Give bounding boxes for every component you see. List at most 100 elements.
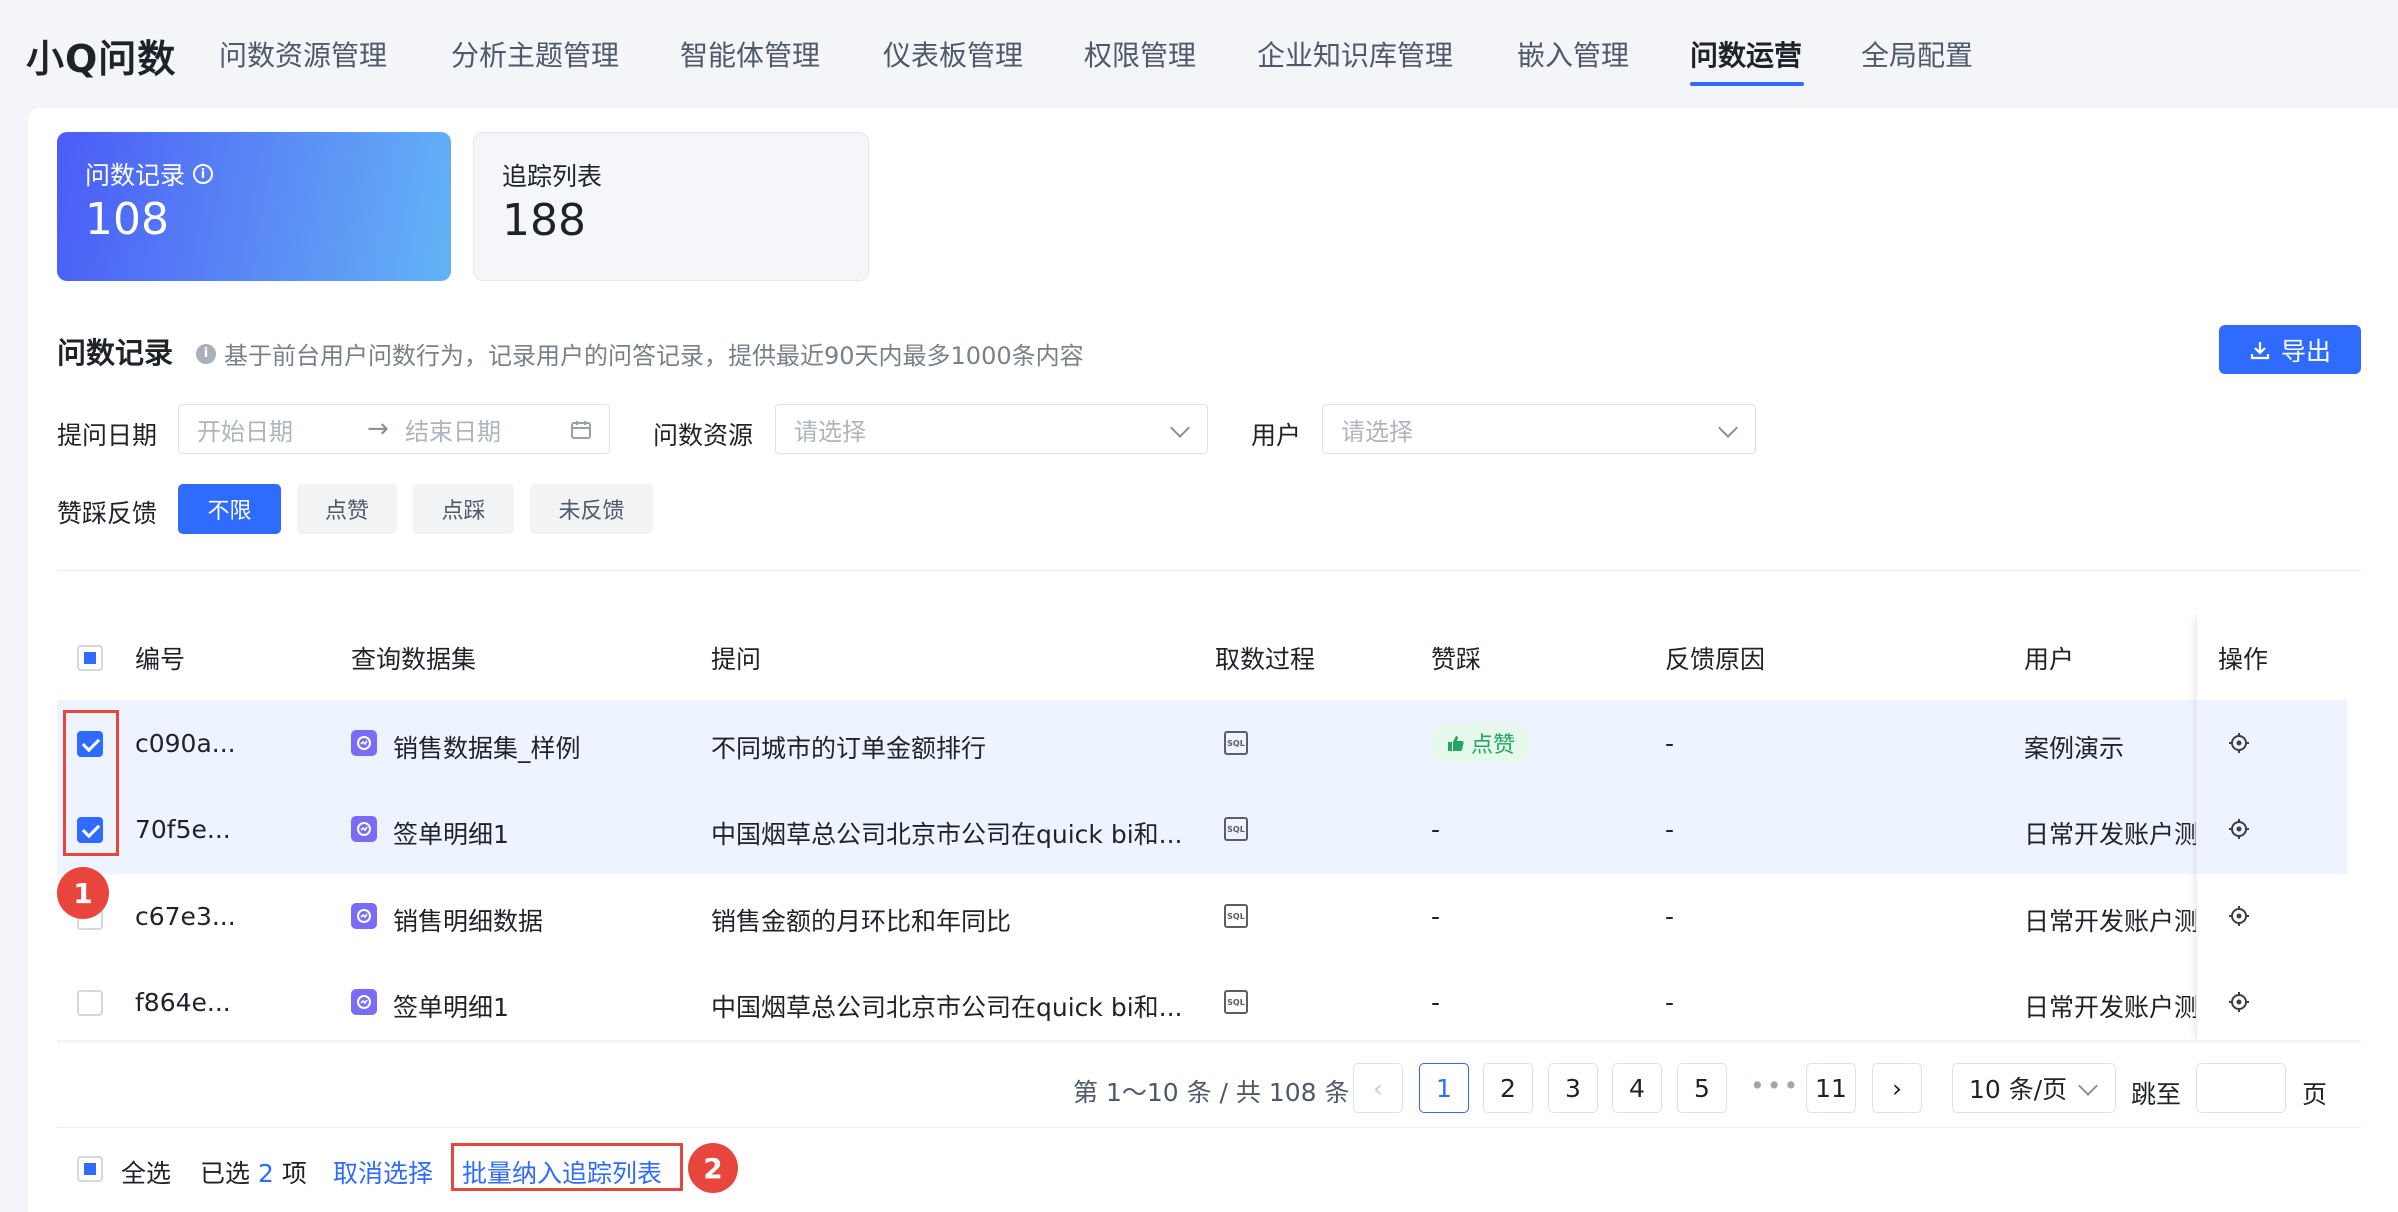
annotation-marker: 2: [688, 1143, 738, 1193]
export-label: 导出: [2280, 336, 2331, 366]
annotation-box: [63, 710, 119, 856]
nav-topic[interactable]: 分析主题管理: [451, 34, 619, 74]
like-tag: 点赞: [1431, 723, 1532, 763]
row-id[interactable]: c67e3...: [135, 902, 236, 931]
nav-active-indicator: [1690, 82, 1804, 86]
row-checkbox[interactable]: [77, 990, 103, 1016]
column-header-reason: 反馈原因: [1665, 645, 1766, 674]
sql-icon[interactable]: SQL: [1224, 904, 1248, 928]
track-icon[interactable]: [2228, 905, 2250, 927]
row-dataset: 销售明细数据: [393, 907, 544, 936]
row-dataset: 签单明细1: [393, 993, 509, 1022]
row-user: 日常开发账户测: [2024, 820, 2200, 849]
column-header-process: 取数过程: [1215, 645, 1316, 674]
feedback-filter-label: 赞踩反馈: [57, 499, 158, 528]
row-user: 案例演示: [2024, 734, 2125, 763]
row-dataset: 销售数据集_样例: [393, 734, 581, 763]
feedback-option-like[interactable]: 点赞: [297, 484, 397, 534]
sql-icon[interactable]: SQL: [1224, 731, 1248, 755]
page-button[interactable]: 2: [1483, 1063, 1533, 1113]
row-dataset: 签单明细1: [393, 820, 509, 849]
row-feedback: -: [1431, 815, 1441, 844]
nav-embed[interactable]: 嵌入管理: [1517, 34, 1629, 74]
calendar-icon: [571, 421, 591, 439]
column-header-user: 用户: [2024, 645, 2075, 674]
page-suffix: 页: [2302, 1080, 2328, 1109]
row-question: 中国烟草总公司北京市公司在quick bi和...: [711, 820, 1183, 849]
row-id[interactable]: c090a...: [135, 729, 236, 758]
next-page-button[interactable]: ›: [1872, 1063, 1922, 1113]
date-range-picker[interactable]: 开始日期 → 结束日期: [178, 404, 610, 454]
user-select[interactable]: 请选择: [1322, 404, 1756, 454]
thumbs-up-icon: [1448, 736, 1464, 751]
brand-logo: 小Q问数: [26, 37, 177, 81]
stat-label: 问数记录: [85, 161, 186, 190]
dataset-icon: [351, 730, 377, 756]
track-icon[interactable]: [2228, 732, 2250, 754]
nav-resource[interactable]: 问数资源管理: [219, 34, 387, 74]
pagination-ellipsis[interactable]: •••: [1750, 1071, 1800, 1100]
info-icon[interactable]: i: [193, 164, 214, 184]
resource-select[interactable]: 请选择: [775, 404, 1208, 454]
row-id[interactable]: 70f5e...: [135, 815, 231, 844]
page-button[interactable]: 11: [1806, 1063, 1856, 1113]
feedback-option-dislike[interactable]: 点踩: [413, 484, 514, 534]
page-button[interactable]: 5: [1677, 1063, 1727, 1113]
stat-label: 追踪列表: [502, 162, 603, 191]
stat-value: 188: [502, 195, 586, 246]
divider: [57, 1127, 2361, 1128]
nav-global-config[interactable]: 全局配置: [1861, 34, 1973, 74]
cancel-selection-link[interactable]: 取消选择: [333, 1154, 433, 1190]
page-button[interactable]: 3: [1548, 1063, 1598, 1113]
feedback-option-none[interactable]: 未反馈: [530, 484, 653, 534]
row-reason: -: [1665, 988, 1675, 1017]
dataset-icon: [351, 989, 377, 1015]
track-icon[interactable]: [2228, 818, 2250, 840]
row-user: 日常开发账户测: [2024, 907, 2200, 936]
stat-value: 108: [85, 194, 169, 245]
dataset-icon: [351, 903, 377, 929]
page-size-select[interactable]: 10 条/页: [1952, 1063, 2116, 1113]
jump-label: 跳至: [2131, 1080, 2182, 1109]
row-user: 日常开发账户测: [2024, 993, 2200, 1022]
row-feedback: -: [1431, 988, 1441, 1017]
page-button[interactable]: 1: [1419, 1063, 1469, 1113]
section-description: 基于前台用户问数行为，记录用户的问答记录，提供最近90天内最多1000条内容: [224, 342, 1084, 370]
feedback-option-all[interactable]: 不限: [178, 484, 281, 534]
nav-dashboard[interactable]: 仪表板管理: [883, 34, 1023, 74]
row-question: 销售金额的月环比和年同比: [711, 907, 1012, 936]
nav-agent[interactable]: 智能体管理: [680, 34, 820, 74]
user-placeholder: 请选择: [1341, 417, 1413, 446]
chevron-down-icon: [2078, 1076, 2098, 1096]
jump-page-input[interactable]: [2196, 1063, 2286, 1113]
start-date-input[interactable]: 开始日期: [197, 412, 293, 447]
row-feedback: -: [1431, 902, 1441, 931]
stat-card-tracking[interactable]: 追踪列表 188: [473, 132, 869, 281]
pagination-info: 第 1～10 条 / 共 108 条: [1073, 1078, 1350, 1107]
stat-card-records[interactable]: 问数记录 i 108: [57, 132, 451, 281]
section-title: 问数记录: [57, 336, 174, 370]
page-button[interactable]: 4: [1612, 1063, 1662, 1113]
row-id[interactable]: f864e...: [135, 988, 231, 1017]
header-checkbox[interactable]: [77, 645, 103, 671]
nav-operation[interactable]: 问数运营: [1690, 34, 1802, 74]
sql-icon[interactable]: SQL: [1224, 817, 1248, 841]
end-date-input[interactable]: 结束日期: [405, 412, 501, 447]
select-all-label[interactable]: 全选: [121, 1154, 171, 1190]
column-header-dataset: 查询数据集: [351, 645, 477, 674]
nav-permission[interactable]: 权限管理: [1084, 34, 1196, 74]
column-header-question: 提问: [711, 645, 762, 674]
row-question: 不同城市的订单金额排行: [711, 734, 987, 763]
resource-filter-label: 问数资源: [653, 421, 754, 450]
annotation-marker: 1: [57, 867, 109, 919]
export-button[interactable]: 导出: [2219, 325, 2361, 374]
prev-page-button[interactable]: ‹: [1353, 1063, 1403, 1113]
sql-icon[interactable]: SQL: [1224, 990, 1248, 1014]
track-icon[interactable]: [2228, 991, 2250, 1013]
divider: [57, 570, 2361, 571]
row-reason: -: [1665, 729, 1675, 758]
nav-knowledge[interactable]: 企业知识库管理: [1257, 34, 1453, 74]
row-reason: -: [1665, 902, 1675, 931]
select-all-checkbox[interactable]: [77, 1156, 103, 1182]
user-filter-label: 用户: [1251, 421, 1302, 450]
